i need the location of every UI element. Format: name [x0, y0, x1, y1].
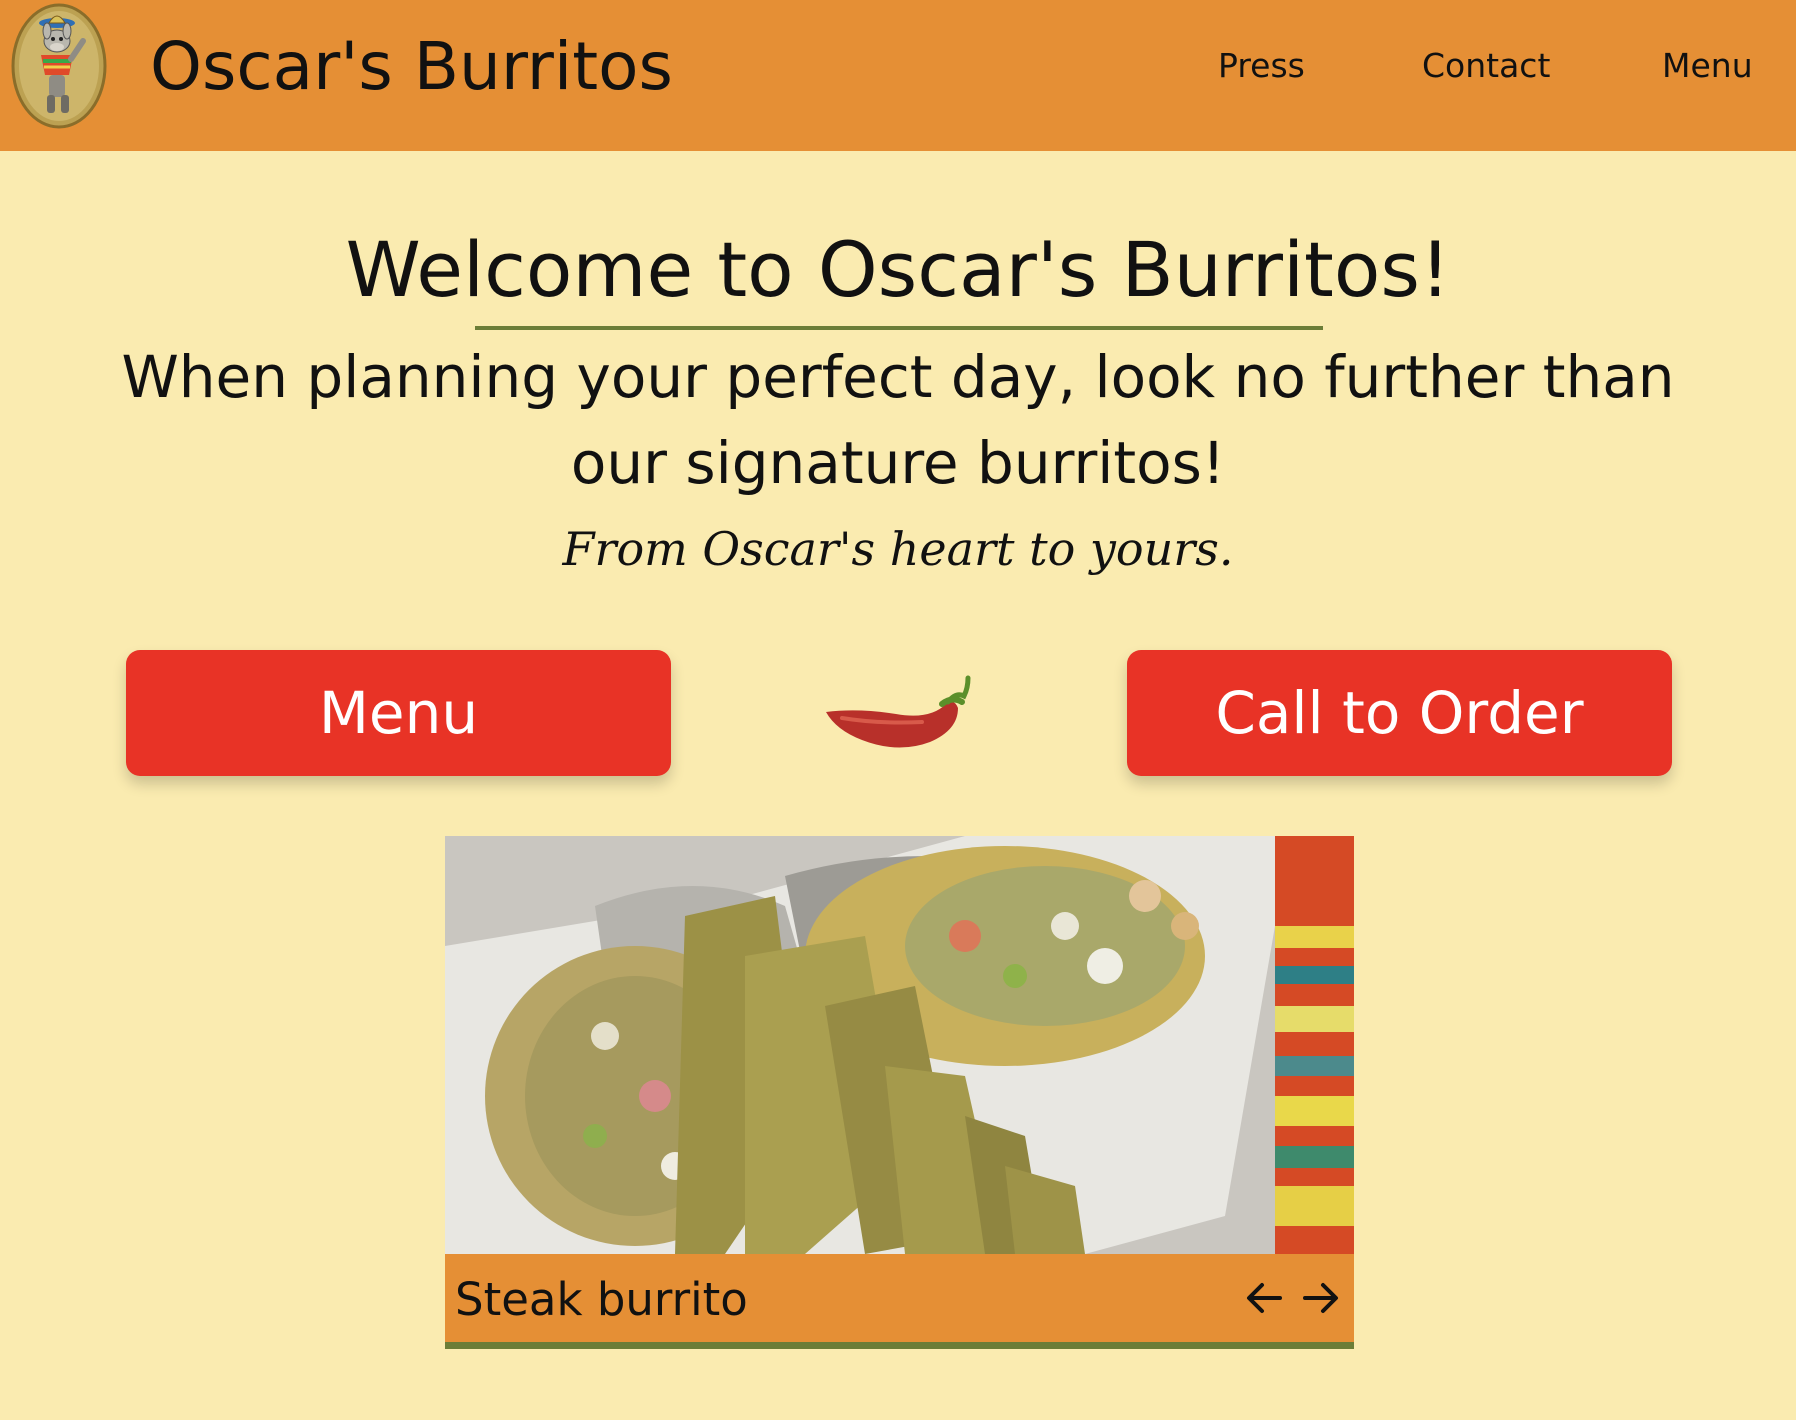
arrow-left-icon[interactable] — [1242, 1276, 1286, 1320]
hero-subtitle: When planning your perfect day, look no … — [121, 343, 1675, 497]
arrow-right-icon[interactable] — [1299, 1276, 1343, 1320]
nav-link-contact[interactable]: Contact — [1422, 44, 1550, 88]
call-to-order-button[interactable]: Call to Order — [1127, 650, 1672, 776]
chili-pepper-icon — [826, 675, 971, 748]
hero-heading: Welcome to Oscar's Burritos! — [345, 225, 1451, 314]
menu-button[interactable]: Menu — [126, 650, 671, 776]
nav-link-press[interactable]: Press — [1218, 44, 1305, 88]
carousel-caption-bar: Steak burrito — [445, 1254, 1354, 1342]
site-title[interactable]: Oscar's Burritos — [150, 22, 673, 112]
site-header: Oscar's Burritos Press Contact Menu — [0, 0, 1796, 151]
carousel-caption: Steak burrito — [455, 1273, 748, 1326]
hero-tagline: From Oscar's heart to yours. — [562, 522, 1234, 576]
burrito-photo — [445, 836, 1354, 1254]
carousel-bottom-rule — [445, 1342, 1354, 1349]
heading-underline — [475, 326, 1323, 330]
donkey-mascot-logo[interactable] — [11, 3, 107, 130]
nav-link-menu[interactable]: Menu — [1662, 44, 1753, 88]
photo-carousel: Steak burrito — [445, 836, 1354, 1350]
